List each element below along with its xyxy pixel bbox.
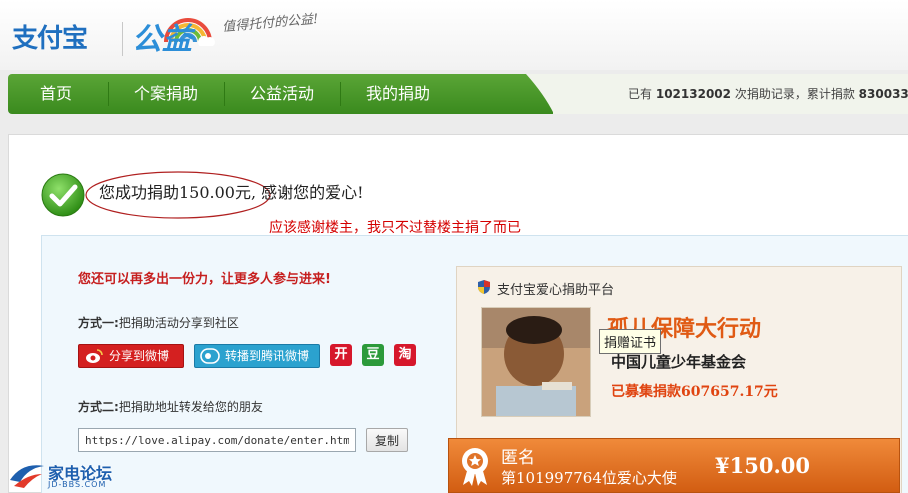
platform-title: 支付宝爱心捐助平台 [497, 283, 615, 298]
forum-logo-icon [10, 465, 44, 488]
main-nav: 首页 个案捐助 公益活动 我的捐助 已有 102132002 次捐助记录，累计捐… [8, 74, 908, 114]
checkmark-icon [41, 173, 85, 217]
nav-item-case-donation[interactable]: 个案捐助 [134, 74, 198, 114]
alipay-logo[interactable]: 支付宝 [12, 18, 88, 55]
donation-url-input[interactable] [78, 428, 356, 452]
share-tencent-weibo-button[interactable]: 转播到腾讯微博 [194, 344, 320, 368]
donation-amount: ¥150.00 [715, 453, 810, 478]
slogan: 值得托付的公益! [221, 11, 319, 36]
medal-icon [462, 448, 488, 486]
weibo-icon [79, 345, 109, 367]
share-heading: 您还可以再多出一份力，让更多人参与进来! [78, 272, 331, 287]
share-method-two: 方式二:把捐助地址转发给您的朋友 [78, 400, 263, 414]
watermark: 家电论坛 JD-BBS.COM [8, 460, 128, 492]
nav-divider [340, 82, 341, 106]
watermark-subtext: JD-BBS.COM [48, 480, 107, 489]
header: 支付宝 公益 值得托付的公益! [0, 0, 908, 70]
certificate-tooltip: 捐赠证书 [599, 329, 662, 354]
share-weibo-button[interactable]: 分享到微博 [78, 344, 184, 368]
amount-raised: 已募集捐款607657.17元 [611, 384, 778, 400]
share-douban-button[interactable]: 豆 [362, 344, 384, 366]
copy-button[interactable]: 复制 [366, 428, 408, 452]
nav-item-home[interactable]: 首页 [40, 74, 72, 114]
project-photo[interactable] [481, 307, 591, 417]
success-message: 您成功捐助150.00元, 感谢您的爱心! [99, 183, 364, 202]
tencent-weibo-icon [195, 345, 225, 367]
donor-rank: 第101997764位爱心大使 [501, 469, 677, 487]
nav-item-charity-events[interactable]: 公益活动 [250, 74, 314, 114]
share-kaixin-button[interactable]: 开 [330, 344, 352, 366]
nav-divider [224, 82, 225, 106]
annotation-text: 应该感谢楼主，我只不过替楼主捐了而已 [269, 220, 521, 236]
logo-divider [122, 22, 123, 56]
nav-divider [108, 82, 109, 106]
project-foundation: 中国儿童少年基金会 [611, 353, 747, 371]
share-method-one: 方式一:把捐助活动分享到社区 [78, 316, 239, 330]
nav-item-my-donations[interactable]: 我的捐助 [366, 74, 430, 114]
donation-banner: 匿名 第101997764位爱心大使 ¥150.00 [448, 438, 900, 493]
donor-name: 匿名 [501, 448, 535, 468]
donation-stats: 已有 102132002 次捐助记录，累计捐款 8300336 [628, 87, 908, 101]
share-taobao-button[interactable]: 淘 [394, 344, 416, 366]
gongyi-logo[interactable]: 公益 [132, 14, 192, 58]
